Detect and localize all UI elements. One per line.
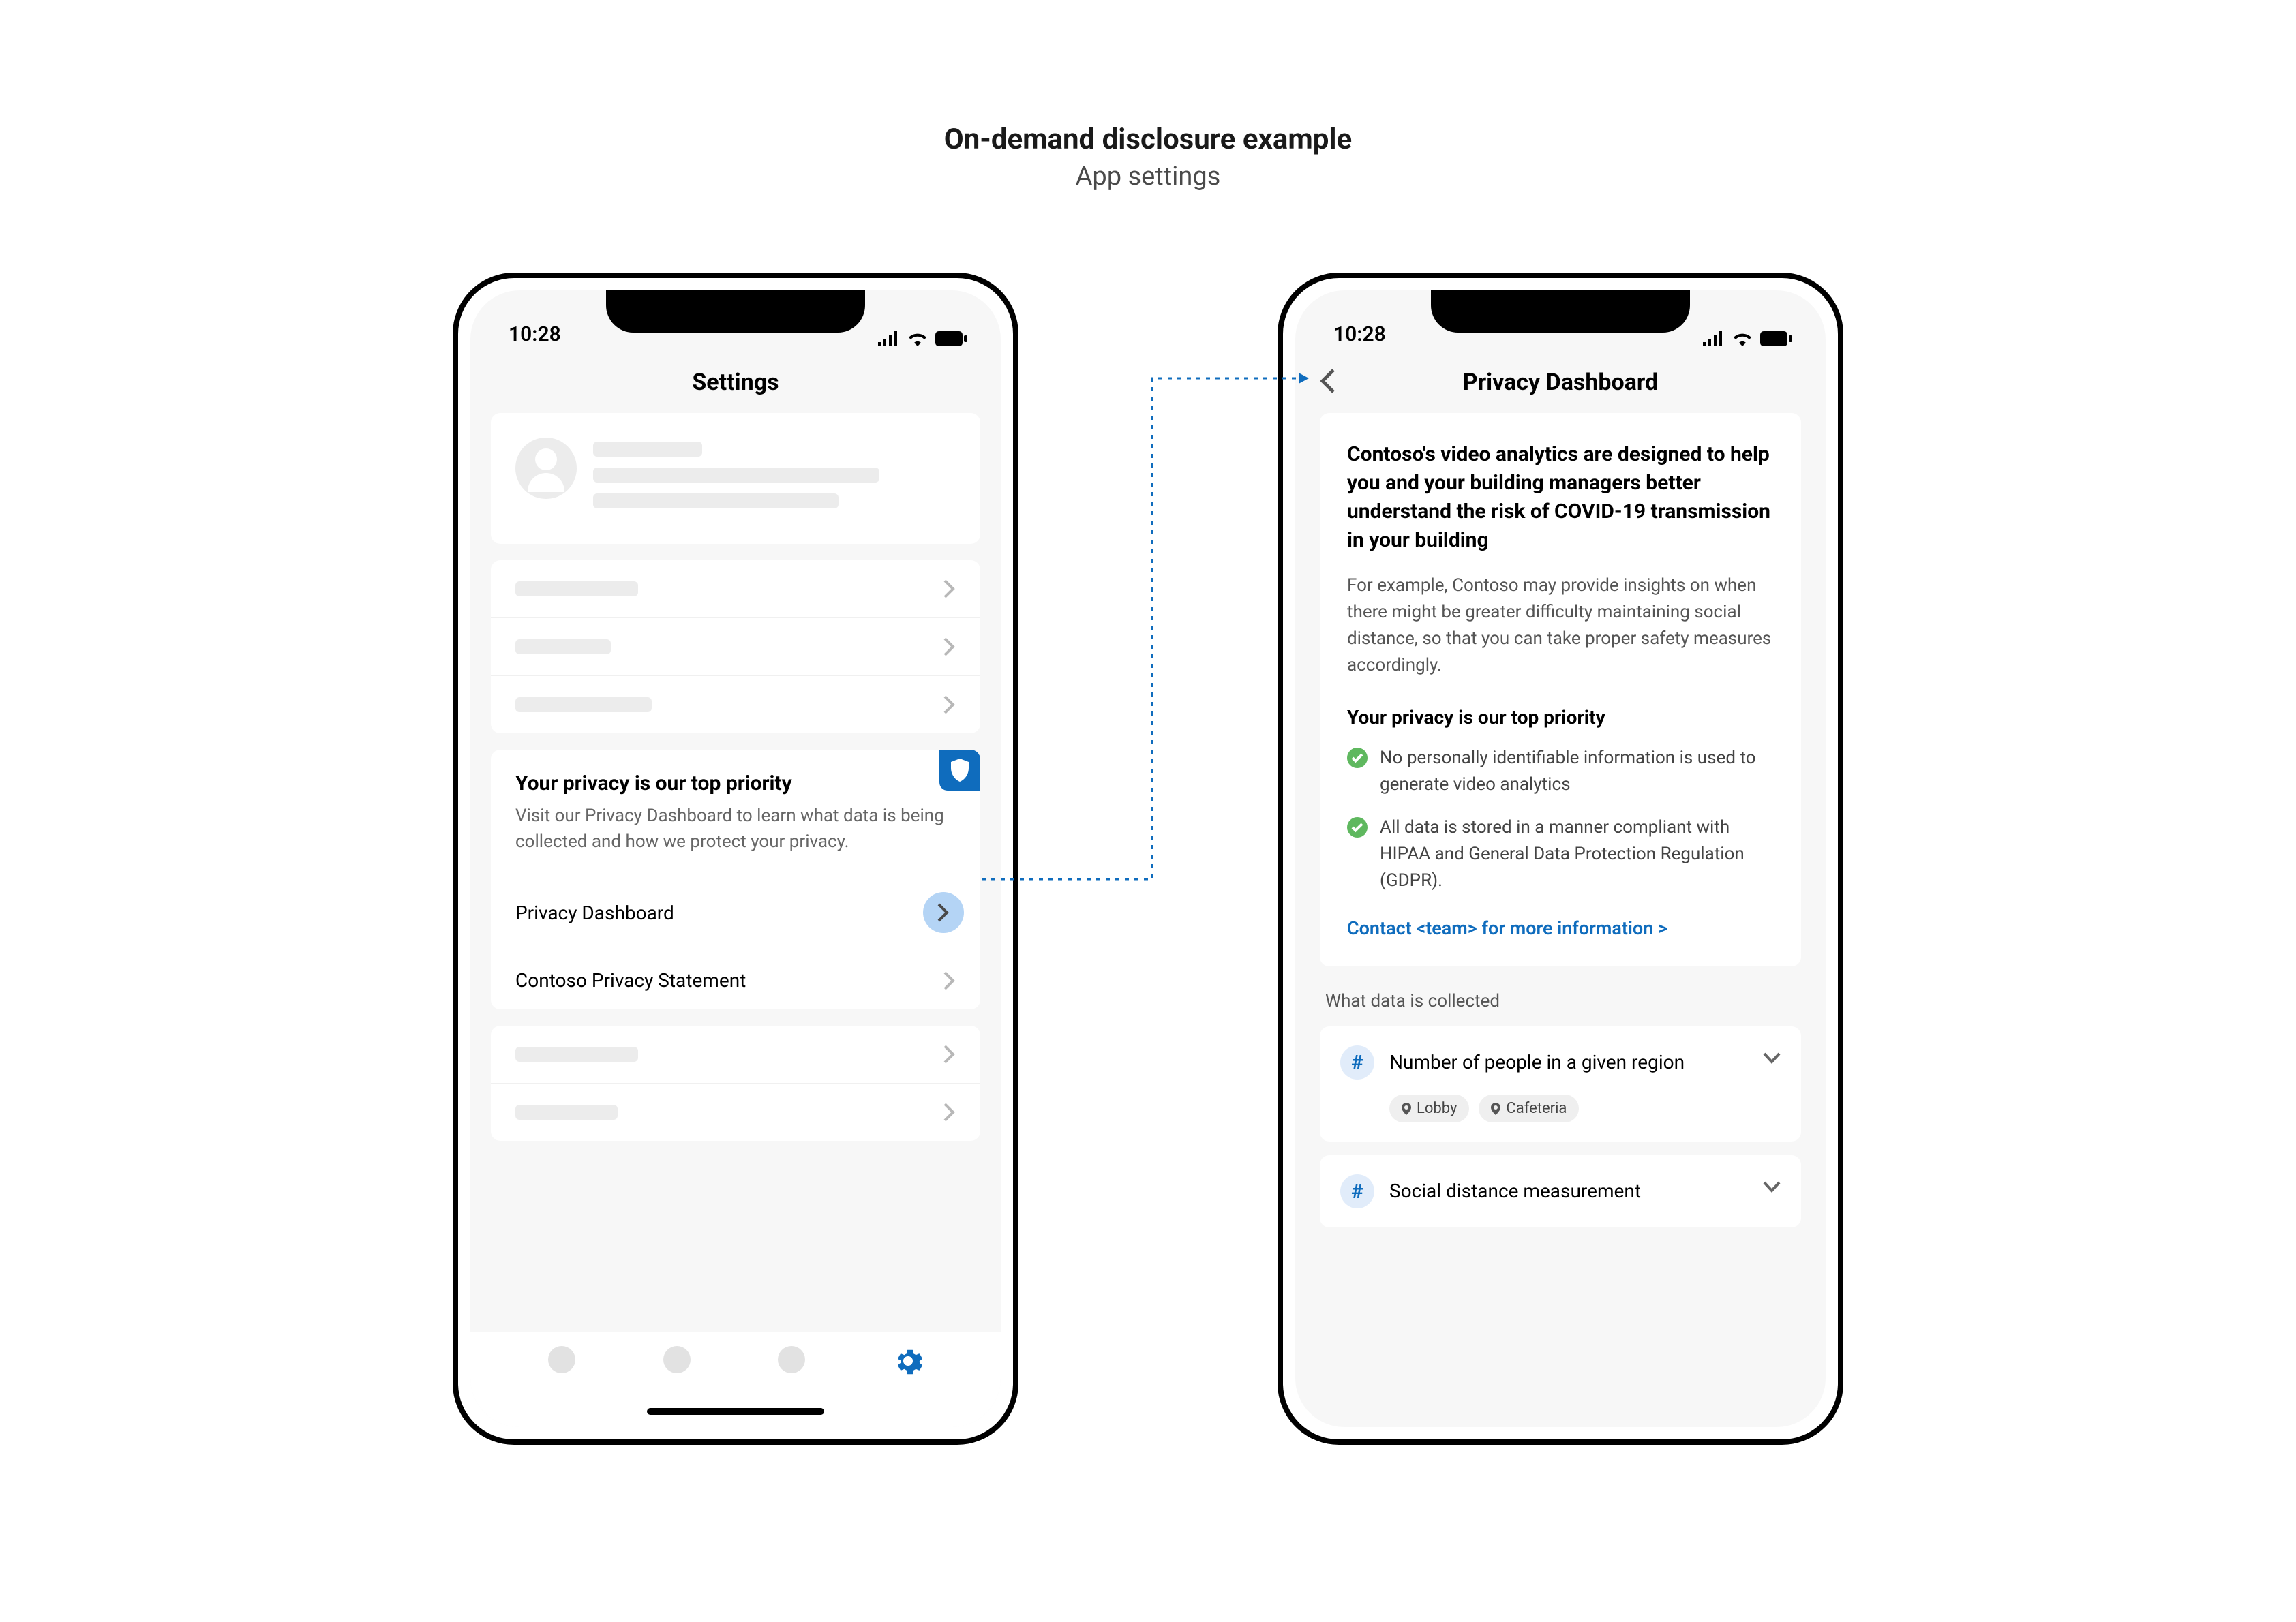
chevron-right-icon bbox=[937, 903, 950, 922]
profile-text-placeholder bbox=[593, 438, 956, 519]
data-item-title: Social distance measurement bbox=[1389, 1174, 1748, 1204]
nav-header: Settings bbox=[470, 352, 1001, 413]
tab-settings[interactable] bbox=[893, 1346, 923, 1379]
status-icons bbox=[1702, 331, 1793, 346]
phone-left: 10:28 Settings bbox=[453, 273, 1018, 1445]
intro-body: For example, Contoso may provide insight… bbox=[1347, 572, 1774, 679]
data-collected-label: What data is collected bbox=[1320, 983, 1801, 1026]
chevron-right-icon bbox=[943, 637, 956, 656]
privacy-statement-link-label: Contoso Privacy Statement bbox=[515, 969, 746, 992]
phone-notch bbox=[606, 290, 865, 333]
page-header: On-demand disclosure example App setting… bbox=[0, 123, 2296, 192]
status-time: 10:28 bbox=[1333, 322, 1386, 346]
settings-list-1 bbox=[491, 560, 980, 733]
chevron-right-icon bbox=[943, 1103, 956, 1122]
pin-icon bbox=[1402, 1103, 1411, 1115]
wifi-icon bbox=[1732, 331, 1753, 346]
chevron-right-icon bbox=[943, 971, 956, 990]
privacy-bullet-text: All data is stored in a manner compliant… bbox=[1380, 814, 1774, 894]
privacy-bullet-text: No personally identifiable information i… bbox=[1380, 745, 1774, 798]
location-chip[interactable]: Lobby bbox=[1389, 1095, 1469, 1122]
privacy-subheading: Your privacy is our top priority bbox=[1347, 706, 1774, 729]
settings-list-2 bbox=[491, 1026, 980, 1141]
privacy-bullet: All data is stored in a manner compliant… bbox=[1347, 814, 1774, 894]
nav-title: Settings bbox=[692, 369, 779, 396]
location-chip[interactable]: Cafeteria bbox=[1479, 1095, 1579, 1122]
chevron-right-icon bbox=[943, 1045, 956, 1064]
hash-icon: # bbox=[1340, 1045, 1374, 1080]
check-circle-icon bbox=[1347, 817, 1368, 894]
check-circle-icon bbox=[1347, 748, 1368, 798]
chevron-right-icon bbox=[943, 579, 956, 598]
data-collected-item[interactable]: # Social distance measurement bbox=[1320, 1155, 1801, 1227]
intro-card: Contoso's video analytics are designed t… bbox=[1320, 413, 1801, 966]
chevron-left-icon bbox=[1320, 369, 1336, 393]
gear-icon bbox=[893, 1346, 923, 1376]
shield-badge bbox=[939, 750, 980, 791]
signal-icon bbox=[877, 331, 900, 346]
back-button[interactable] bbox=[1320, 369, 1336, 396]
settings-row-placeholder[interactable] bbox=[491, 1026, 980, 1083]
phone-right: 10:28 Privacy Dashboard Contoso's video … bbox=[1278, 273, 1843, 1445]
phones-container: 10:28 Settings bbox=[0, 273, 2296, 1445]
home-indicator[interactable] bbox=[647, 1408, 824, 1415]
privacy-card: Your privacy is our top priority Visit o… bbox=[491, 750, 980, 1009]
status-time: 10:28 bbox=[509, 322, 561, 346]
tab-placeholder[interactable] bbox=[663, 1346, 691, 1373]
profile-card[interactable] bbox=[491, 413, 980, 544]
chevron-down-icon bbox=[1763, 1181, 1781, 1193]
battery-icon bbox=[935, 331, 968, 346]
privacy-card-title: Your privacy is our top priority bbox=[515, 771, 956, 795]
chip-label: Lobby bbox=[1417, 1100, 1457, 1117]
privacy-bullet: No personally identifiable information i… bbox=[1347, 745, 1774, 798]
settings-row-placeholder[interactable] bbox=[491, 1083, 980, 1141]
privacy-dashboard-link[interactable]: Privacy Dashboard bbox=[491, 874, 980, 951]
page-subtitle: App settings bbox=[0, 162, 2296, 192]
chip-label: Cafeteria bbox=[1506, 1100, 1567, 1117]
pin-icon bbox=[1491, 1103, 1500, 1115]
tab-placeholder[interactable] bbox=[548, 1346, 575, 1373]
phone-notch bbox=[1431, 290, 1690, 333]
location-chips: Lobby Cafeteria bbox=[1389, 1095, 1781, 1122]
page-title: On-demand disclosure example bbox=[0, 123, 2296, 156]
intro-heading: Contoso's video analytics are designed t… bbox=[1347, 440, 1774, 555]
chevron-right-icon bbox=[943, 695, 956, 714]
privacy-statement-link[interactable]: Contoso Privacy Statement bbox=[491, 951, 980, 1009]
contact-team-link[interactable]: Contact <team> for more information > bbox=[1347, 911, 1774, 939]
hash-icon: # bbox=[1340, 1174, 1374, 1208]
avatar-placeholder bbox=[515, 438, 577, 499]
privacy-card-description: Visit our Privacy Dashboard to learn wha… bbox=[515, 804, 956, 855]
tab-bar bbox=[470, 1332, 1001, 1427]
battery-icon bbox=[1760, 331, 1793, 346]
settings-row-placeholder[interactable] bbox=[491, 675, 980, 733]
chevron-highlight bbox=[923, 892, 964, 933]
tab-placeholder[interactable] bbox=[778, 1346, 805, 1373]
shield-icon bbox=[950, 759, 970, 782]
status-icons bbox=[877, 331, 968, 346]
chevron-down-icon bbox=[1763, 1052, 1781, 1065]
privacy-dashboard-link-label: Privacy Dashboard bbox=[515, 902, 674, 924]
settings-row-placeholder[interactable] bbox=[491, 617, 980, 675]
signal-icon bbox=[1702, 331, 1725, 346]
nav-header: Privacy Dashboard bbox=[1295, 352, 1826, 413]
wifi-icon bbox=[907, 331, 928, 346]
nav-title: Privacy Dashboard bbox=[1463, 369, 1658, 396]
data-item-title: Number of people in a given region bbox=[1389, 1045, 1748, 1075]
data-collected-item[interactable]: # Number of people in a given region Lob… bbox=[1320, 1026, 1801, 1142]
settings-row-placeholder[interactable] bbox=[491, 560, 980, 617]
